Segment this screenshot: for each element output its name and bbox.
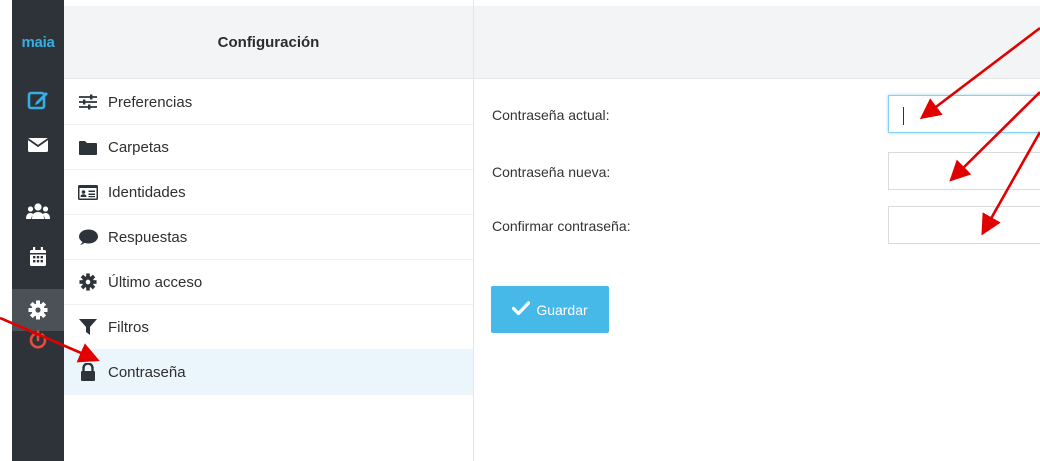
folder-icon	[78, 137, 98, 157]
filter-icon	[78, 317, 98, 337]
current-password-field[interactable]	[888, 95, 1040, 133]
panel-header: Configuración	[64, 6, 473, 79]
menu-item-contrasena[interactable]: Contraseña	[64, 350, 473, 395]
compose-icon[interactable]	[25, 87, 51, 113]
menu-item-preferencias[interactable]: Preferencias	[64, 80, 473, 125]
confirm-password-field[interactable]	[888, 206, 1040, 244]
menu-item-label: Preferencias	[108, 93, 193, 111]
menu-item-label: Contraseña	[108, 363, 186, 381]
app-logo[interactable]: maia	[12, 34, 64, 51]
check-icon	[512, 301, 531, 318]
app-rail: maia	[12, 0, 64, 461]
menu-item-carpetas[interactable]: Carpetas	[64, 125, 473, 170]
id-card-icon	[78, 182, 98, 202]
current-password-row: Contraseña actual:	[492, 95, 1040, 135]
save-label: Guardar	[536, 301, 588, 318]
power-icon[interactable]	[25, 327, 51, 353]
menu-item-label: Último acceso	[108, 273, 203, 291]
confirm-password-row: Confirmar contraseña:	[492, 206, 1040, 246]
menu-item-ultimo-acceso[interactable]: Último acceso	[64, 260, 473, 305]
content-header	[474, 6, 1040, 79]
settings-panel: Configuración Preferencias Carpetas Iden…	[64, 0, 474, 461]
contacts-icon[interactable]	[25, 198, 51, 224]
gear-icon	[78, 272, 98, 292]
confirm-password-label: Confirmar contraseña:	[492, 218, 631, 234]
menu-item-respuestas[interactable]: Respuestas	[64, 215, 473, 260]
comment-icon	[78, 227, 98, 247]
new-password-label: Contraseña nueva:	[492, 164, 611, 180]
new-password-field[interactable]	[888, 152, 1040, 190]
menu-item-label: Filtros	[108, 318, 149, 336]
panel-title: Configuración	[217, 33, 320, 51]
menu-item-label: Carpetas	[108, 138, 169, 156]
menu-item-identidades[interactable]: Identidades	[64, 170, 473, 215]
menu-item-label: Respuestas	[108, 228, 188, 246]
text-caret	[903, 107, 904, 125]
lock-icon	[78, 362, 98, 382]
mail-icon[interactable]	[25, 132, 51, 158]
sliders-icon	[78, 92, 98, 112]
new-password-row: Contraseña nueva:	[492, 152, 1040, 192]
current-password-label: Contraseña actual:	[492, 107, 610, 123]
save-button[interactable]: Guardar	[491, 286, 609, 333]
menu-item-filtros[interactable]: Filtros	[64, 305, 473, 350]
menu-item-label: Identidades	[108, 183, 186, 201]
settings-menu: Preferencias Carpetas Identidades Respue…	[64, 80, 473, 395]
settings-icon[interactable]	[25, 297, 51, 323]
left-margin	[0, 0, 12, 461]
calendar-icon[interactable]	[25, 244, 51, 270]
